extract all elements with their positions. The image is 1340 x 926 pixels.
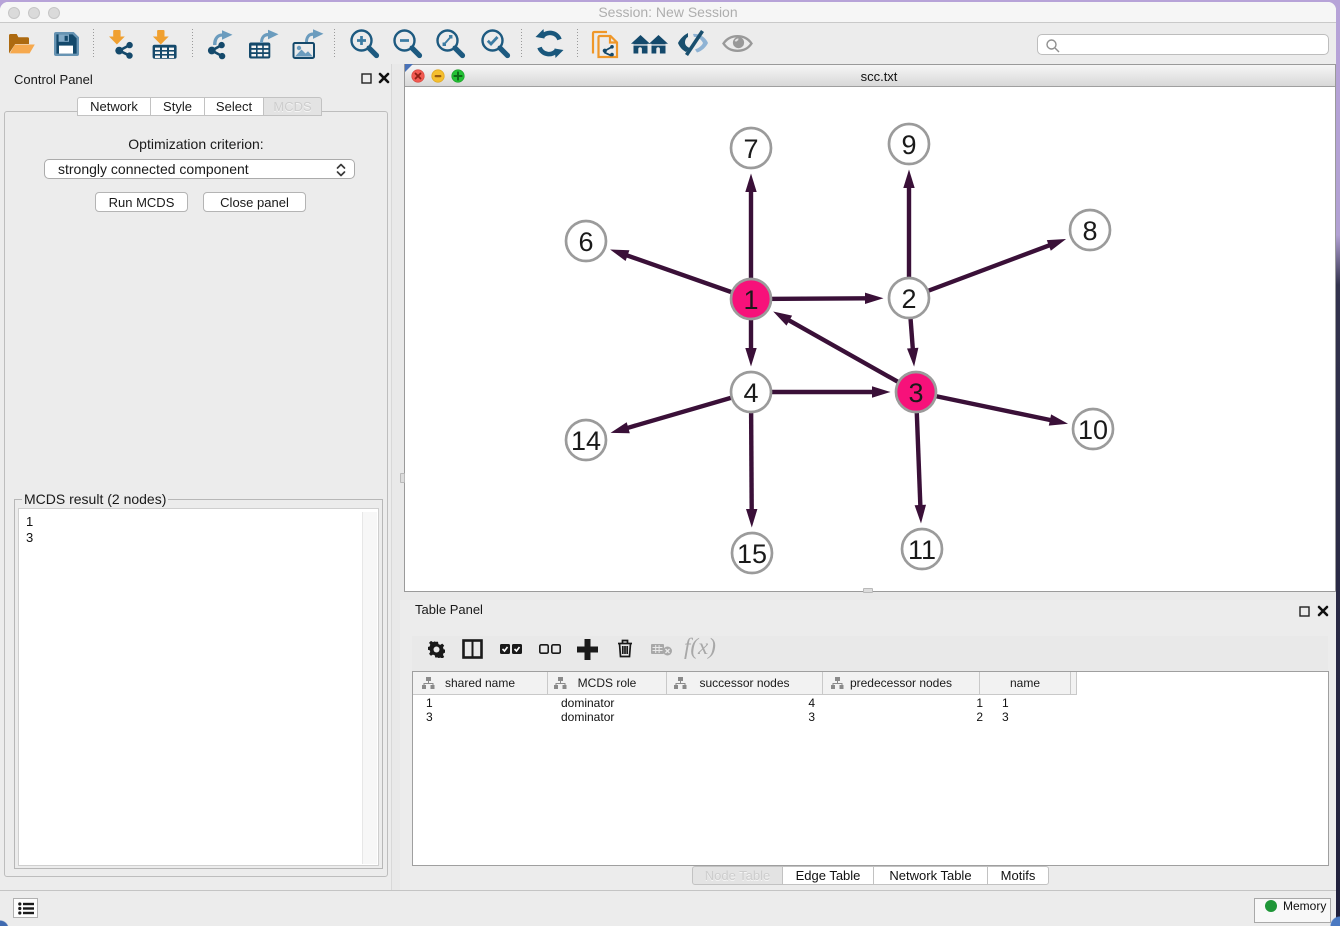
svg-text:11: 11 [908, 535, 936, 565]
svg-text:4: 4 [743, 378, 758, 408]
svg-text:10: 10 [1078, 415, 1108, 445]
svg-text:1: 1 [743, 285, 758, 315]
svg-text:9: 9 [901, 130, 916, 160]
svg-text:3: 3 [908, 378, 923, 408]
svg-text:14: 14 [571, 426, 601, 456]
svg-text:7: 7 [743, 134, 758, 164]
svg-text:8: 8 [1082, 216, 1097, 246]
svg-text:15: 15 [737, 539, 767, 569]
svg-text:6: 6 [578, 227, 593, 257]
svg-text:2: 2 [901, 284, 916, 314]
